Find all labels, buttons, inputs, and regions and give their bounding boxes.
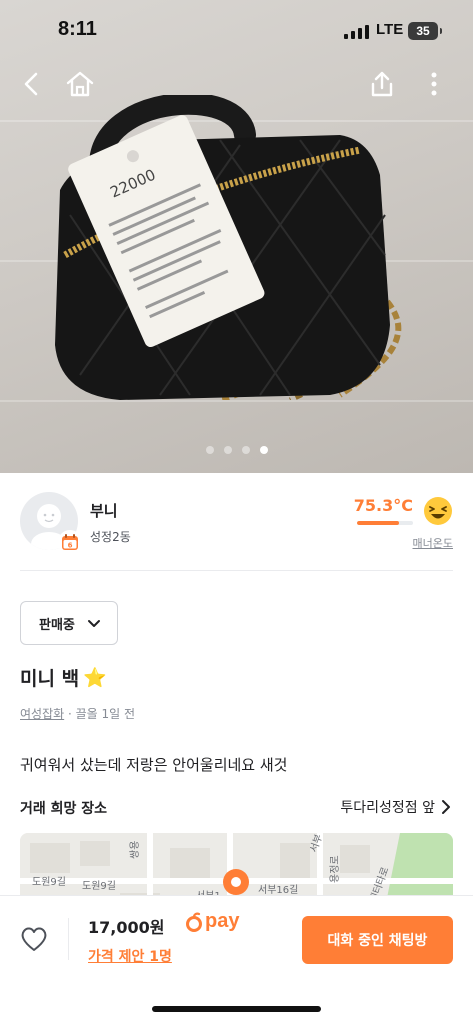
share-button[interactable] [362, 64, 402, 104]
carousel-dot-active[interactable] [259, 446, 268, 454]
pay-label: pay [205, 910, 240, 932]
manner-temperature: 75.3°C [353, 496, 413, 515]
product-photo[interactable]: 22000 8:11 LTE 35 [0, 0, 473, 473]
home-icon [66, 71, 94, 97]
sale-status-value: 판매중 [39, 617, 75, 633]
product-title-text: 미니 백 [20, 668, 80, 690]
divider [20, 570, 453, 571]
status-bar: 8:11 LTE 35 [0, 0, 473, 60]
map-label: 도원9길 [82, 879, 116, 892]
posted-time: · 끌올 1일 전 [68, 707, 136, 721]
price: 17,000원 [88, 918, 165, 937]
seller-name[interactable]: 부니 [90, 500, 118, 521]
heart-icon[interactable] [20, 926, 48, 952]
laughing-face-icon [424, 497, 452, 525]
temperature-bar [357, 521, 413, 525]
more-button[interactable] [414, 64, 454, 104]
svg-text:6: 6 [68, 542, 73, 550]
seller-profile[interactable]: 6 부니 성정2동 75.3°C 매너온도 [20, 492, 453, 560]
pay-badge: pay [186, 910, 239, 933]
map-label: 쌍용 [129, 841, 141, 859]
clock: 8:11 [58, 18, 97, 40]
network-type: LTE [376, 21, 404, 38]
bag-image: 22000 [55, 95, 402, 400]
price-offer-link[interactable]: 가격 제안 1명 [88, 946, 172, 966]
signal-icon [344, 25, 369, 39]
carousel-dot[interactable] [241, 446, 250, 454]
location-pin-icon [223, 869, 249, 895]
orange-pay-icon [186, 912, 202, 932]
home-button[interactable] [60, 64, 100, 104]
meeting-place-label: 거래 희망 장소 [20, 801, 108, 817]
category-link[interactable]: 여성잡화 [20, 707, 64, 721]
manner-temperature-link[interactable]: 매너온도 [413, 535, 453, 551]
seller-location: 성정2동 [90, 530, 131, 544]
carousel-dot[interactable] [223, 446, 232, 454]
product-title: 미니 백 ⭐ [20, 664, 107, 691]
chevron-down-icon [88, 620, 100, 627]
back-button[interactable] [12, 64, 52, 104]
share-icon [371, 71, 393, 97]
map-label: 도원9길 [32, 875, 66, 888]
meeting-place-link[interactable]: 투다리성정점 앞 [340, 797, 451, 817]
carousel-indicator [0, 446, 473, 454]
battery-icon: 35 [408, 22, 442, 40]
vertical-divider [68, 918, 69, 960]
bottom-action-bar: 17,000원 pay 가격 제안 1명 대화 중인 채팅방 [0, 895, 473, 1024]
product-meta: 여성잡화 · 끌올 1일 전 [20, 705, 135, 722]
chevron-left-icon [24, 72, 38, 96]
home-indicator [152, 1006, 321, 1012]
map-label: 용정로 [329, 855, 341, 883]
chevron-right-icon [442, 800, 450, 814]
meeting-place-value: 투다리성정점 앞 [340, 800, 435, 816]
star-emoji: ⭐ [83, 667, 107, 689]
more-vertical-icon [431, 72, 437, 96]
carousel-dot[interactable] [205, 446, 214, 454]
chat-rooms-button[interactable]: 대화 중인 채팅방 [302, 916, 453, 964]
product-description: 귀여워서 샀는데 저랑은 안어울리네요 새것 [20, 756, 288, 774]
calendar-badge-icon: 6 [58, 530, 82, 554]
sale-status-dropdown[interactable]: 판매중 [20, 601, 118, 645]
